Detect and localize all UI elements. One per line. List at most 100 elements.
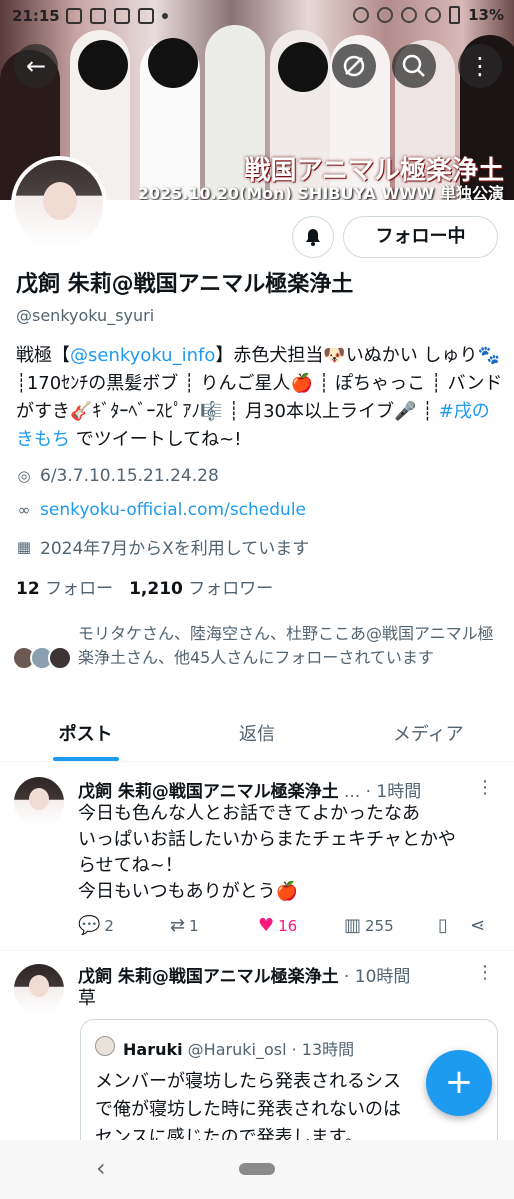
banner-event-date: 2025.10.20(Mon) SHIBUYA WWW 単独公演 bbox=[137, 184, 504, 200]
reply-count: 2 bbox=[104, 916, 114, 935]
profile-avatar[interactable] bbox=[11, 156, 107, 252]
battery-percent: 13% bbox=[468, 6, 504, 24]
nav-back-icon[interactable]: ‹ bbox=[96, 1154, 106, 1182]
like-count: 16 bbox=[278, 916, 298, 935]
tweet-avatar[interactable] bbox=[14, 777, 64, 827]
compose-post-button[interactable]: + bbox=[426, 1050, 492, 1116]
grok-icon bbox=[343, 55, 365, 77]
bookmark-icon: ▯ bbox=[438, 915, 448, 936]
vibrate-icon bbox=[377, 7, 394, 23]
joined-text: 2024年7月からXを利用しています bbox=[40, 539, 310, 559]
repost-icon: ⇄ bbox=[170, 915, 186, 936]
search-icon bbox=[402, 54, 425, 77]
tab-replies[interactable]: 返信 bbox=[171, 712, 342, 761]
notification-app-icon bbox=[138, 8, 154, 24]
profile-location: ◎ 6/3.7.10.15.21.24.28 bbox=[16, 466, 218, 486]
tweet-text-line: いっぱいお話したいからまたチェキチャとかや bbox=[78, 829, 456, 850]
tweet-name-ellipsis: ... bbox=[338, 782, 361, 802]
tweet-text: 草 bbox=[78, 988, 96, 1009]
follow-counts: 12 フォロー 1,210 フォロワー bbox=[16, 574, 273, 599]
notification-app-icon bbox=[66, 8, 82, 24]
profile-handle: @senkyoku_syuri bbox=[16, 306, 155, 325]
followed-by-text[interactable]: モリタケさん、陸海空さん、杜野ここあ@戦国アニマル極楽浄土さん、他45人さんにフ… bbox=[78, 622, 498, 670]
calendar-icon: ▦ bbox=[16, 537, 32, 556]
heart-icon: ♥ bbox=[258, 915, 275, 936]
status-time: 21:15 bbox=[12, 7, 60, 25]
tweet-text-line: 今日も色んな人とお話できてよかったなあ bbox=[78, 803, 420, 824]
following-link[interactable]: 12 フォロー bbox=[16, 579, 113, 599]
quoted-header: Haruki @Haruki_osl · 13時間 bbox=[123, 1036, 354, 1060]
views-button[interactable]: ▥ 255 bbox=[344, 915, 438, 936]
bell-icon bbox=[306, 229, 320, 246]
tweet-text: 今日も色んな人とお話できてよかったなあ いっぱいお話したいからまたチェキチャとか… bbox=[78, 801, 498, 905]
bookmark-button[interactable]: ▯ bbox=[438, 915, 470, 936]
banner-member-hair bbox=[278, 42, 328, 92]
banner-member-hair bbox=[148, 38, 198, 88]
tab-posts[interactable]: ポスト bbox=[0, 712, 171, 761]
following-button[interactable]: フォロー中 bbox=[343, 216, 498, 258]
tweet-author-name[interactable]: 戊飼 朱莉@戦国アニマル極楽浄土 bbox=[78, 967, 339, 987]
profile-joined: ▦ 2024年7月からXを利用しています bbox=[16, 534, 310, 560]
notification-app-icon bbox=[114, 8, 130, 24]
alarm-icon bbox=[353, 7, 370, 23]
tweet-header: 戊飼 朱莉@戦国アニマル極楽浄土 ... · 1時間 bbox=[78, 777, 421, 802]
back-arrow-icon: ← bbox=[25, 52, 47, 80]
quoted-avatar bbox=[95, 1036, 115, 1056]
system-nav-bar: ‹ bbox=[0, 1140, 514, 1199]
status-bar: 21:15 13% bbox=[0, 0, 514, 32]
profile-tabs: ポスト 返信 メディア bbox=[0, 712, 514, 762]
avatar-face bbox=[43, 182, 77, 220]
tweet-more-icon[interactable]: ⋮ bbox=[476, 777, 494, 798]
followers-label: フォロワー bbox=[188, 579, 274, 599]
more-notifications-dot bbox=[162, 13, 168, 19]
avatar-face bbox=[29, 788, 49, 810]
link-icon: ∞ bbox=[17, 501, 31, 519]
quoted-time: · 13時間 bbox=[286, 1040, 355, 1059]
bio-mention-link[interactable]: @senkyoku_info bbox=[70, 345, 215, 366]
bio-text: 戦極【 bbox=[16, 345, 70, 366]
tweet-more-icon[interactable]: ⋮ bbox=[476, 962, 494, 983]
tweet-avatar[interactable] bbox=[14, 964, 64, 1014]
tweet-actions: 💬 2 ⇄ 1 ♥ 16 ▥ 255 ▯ ⋖ bbox=[78, 915, 498, 936]
quoted-handle: @Haruki_osl bbox=[182, 1040, 287, 1059]
repost-button[interactable]: ⇄ 1 bbox=[170, 915, 258, 936]
notification-icons bbox=[66, 8, 168, 24]
tweet-text-line: 今日もいつもありがとう🍎 bbox=[78, 881, 299, 902]
tweet-time: · 10時間 bbox=[338, 967, 411, 987]
back-button[interactable]: ← bbox=[14, 44, 58, 88]
quoted-author-name: Haruki bbox=[123, 1040, 183, 1059]
more-options-button[interactable]: ⋮ bbox=[458, 44, 502, 88]
banner-member-hair bbox=[78, 40, 128, 90]
share-button[interactable]: ⋖ bbox=[470, 915, 498, 936]
location-pin-icon: ◎ bbox=[17, 467, 31, 485]
tab-media[interactable]: メディア bbox=[343, 712, 514, 761]
tab-label: 返信 bbox=[238, 724, 275, 745]
grok-button[interactable] bbox=[332, 44, 376, 88]
reply-button[interactable]: 💬 2 bbox=[78, 915, 170, 936]
tweet-time: · 1時間 bbox=[360, 782, 422, 802]
followers-count: 1,210 bbox=[129, 579, 183, 599]
bio-text: でツイートしてね~! bbox=[70, 429, 242, 450]
plus-icon: + bbox=[444, 1062, 474, 1102]
profile-name: 戊飼 朱莉@戦国アニマル極楽浄土 bbox=[16, 272, 354, 297]
follower-avatar bbox=[48, 646, 72, 670]
like-button[interactable]: ♥ 16 bbox=[258, 915, 344, 936]
notification-bell-button[interactable] bbox=[292, 216, 334, 258]
followers-link[interactable]: 1,210 フォロワー bbox=[129, 579, 273, 599]
avatar-face bbox=[29, 975, 49, 997]
tweet[interactable]: 戊飼 朱莉@戦国アニマル極楽浄土 ... · 1時間 ⋮ 今日も色んな人とお話で… bbox=[0, 763, 514, 951]
tab-label: メディア bbox=[392, 724, 464, 745]
active-tab-indicator bbox=[52, 757, 119, 761]
nav-home-pill[interactable] bbox=[239, 1163, 275, 1175]
share-icon: ⋖ bbox=[470, 915, 486, 936]
profile-bio: 戦極【@senkyoku_info】赤色犬担当🐶いぬかい しゅり🐾 ┊170ｾﾝ… bbox=[16, 342, 504, 454]
search-button[interactable] bbox=[392, 44, 436, 88]
website-link[interactable]: senkyoku-official.com/schedule bbox=[40, 500, 306, 520]
views-chart-icon: ▥ bbox=[344, 915, 362, 936]
line-app-icon bbox=[90, 8, 106, 24]
battery-icon bbox=[449, 6, 461, 24]
profile-website[interactable]: ∞ senkyoku-official.com/schedule bbox=[16, 500, 306, 520]
wifi-icon bbox=[401, 7, 418, 23]
system-icons: 13% bbox=[353, 6, 504, 24]
tweet-author-name[interactable]: 戊飼 朱莉@戦国アニマル極楽浄土 bbox=[78, 782, 339, 802]
